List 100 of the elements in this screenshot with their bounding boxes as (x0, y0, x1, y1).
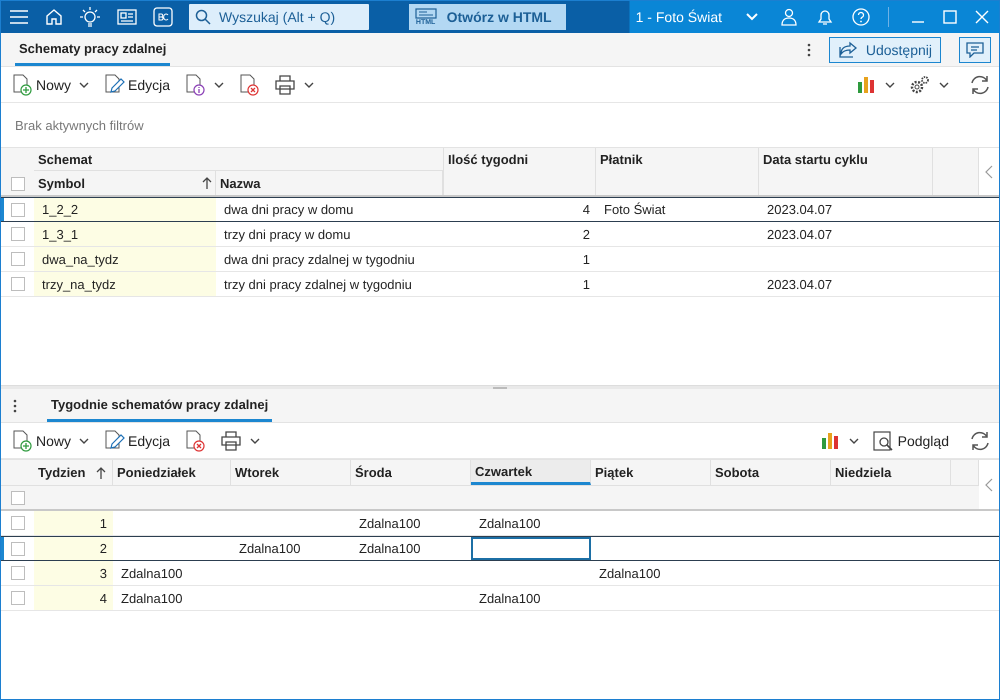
comment-button[interactable] (959, 36, 991, 62)
more-options-icon[interactable] (806, 42, 811, 56)
document-info-icon (184, 74, 206, 96)
row-checkbox[interactable] (10, 542, 24, 556)
table-cell: trzy dni pracy zdalnej w tygodniu (224, 276, 412, 292)
delete-document-icon (184, 430, 206, 452)
row-checkbox[interactable] (10, 227, 24, 241)
table-row[interactable]: 4 Zdalna100 Zdalna100 (1, 586, 999, 611)
edit-button[interactable]: Edycja (103, 70, 170, 98)
table-cell: Zdalna100 (359, 541, 420, 556)
table-cell: 4 (582, 202, 590, 217)
table-cell: Zdalna100 (121, 590, 182, 606)
table-cell: 1 (582, 252, 590, 266)
caret-icon (250, 438, 260, 444)
table-row[interactable]: 2 Zdalna100 Zdalna100 (1, 536, 999, 561)
splitter-handle[interactable] (493, 386, 507, 388)
select-all-checkbox[interactable] (10, 177, 24, 191)
filter-status: Brak aktywnych filtrów (14, 116, 145, 135)
table-cell: Zdalna100 (239, 541, 300, 556)
focused-cell[interactable] (471, 537, 591, 560)
share-button[interactable]: Udostępnij (828, 36, 941, 62)
row-checkbox[interactable] (10, 566, 24, 580)
search-field[interactable]: Wyszukaj (Alt + Q) (189, 4, 369, 30)
add-document-icon (11, 430, 33, 452)
table-cell: 2 (100, 541, 107, 556)
lightbulb-icon[interactable] (79, 6, 101, 28)
row-checkbox[interactable] (10, 252, 24, 266)
column-header[interactable]: Płatnik (596, 148, 759, 195)
row-checkbox[interactable] (10, 202, 24, 216)
bell-icon[interactable] (816, 8, 834, 26)
table-cell: Zdalna100 (121, 566, 182, 580)
table-cell: dwa dni pracy zdalnej w tygodniu (224, 252, 415, 266)
table-row[interactable]: 1_3_1 trzy dni pracy w domu 2 2023.04.07 (1, 222, 999, 247)
preview-button[interactable]: Podgląd (872, 426, 949, 454)
new-button[interactable]: Nowy (11, 70, 90, 98)
menu-icon[interactable] (9, 10, 29, 24)
table-row[interactable]: 1_2_2 dwa dni pracy w domu 4 Foto Świat 2023.04.07 (1, 197, 999, 222)
table-cell: 2023.04.07 (767, 226, 832, 242)
user-icon[interactable] (780, 8, 798, 26)
row-checkbox[interactable] (10, 591, 24, 605)
table-cell: 3 (100, 566, 107, 580)
table-cell: dwa_na_tydz (42, 252, 119, 266)
column-header[interactable]: Ilość tygodni (443, 148, 596, 195)
table-cell: trzy dni pracy w domu (224, 226, 350, 242)
table-row[interactable]: 1 Zdalna100 Zdalna100 (1, 511, 999, 536)
newspaper-icon[interactable] (117, 9, 137, 25)
delete-document-icon (238, 74, 260, 96)
caret-icon (848, 438, 859, 444)
table-cell: dwa dni pracy w domu (224, 202, 354, 217)
table-cell: 2023.04.07 (767, 202, 832, 217)
table-cell: Zdalna100 (479, 590, 540, 606)
column-header[interactable]: Nazwa (216, 171, 443, 195)
table-cell: 2 (582, 226, 590, 242)
share-icon (838, 40, 858, 58)
bar-chart-icon (857, 76, 877, 94)
caret-icon (79, 438, 90, 444)
home-icon[interactable] (45, 8, 63, 26)
printer-icon (220, 430, 242, 450)
edit-document-icon (103, 430, 126, 452)
chevron-down-icon (746, 13, 758, 21)
add-document-icon (11, 74, 33, 96)
caret-icon (304, 82, 314, 88)
table-cell: 1 (100, 516, 107, 530)
sort-arrow-icon (202, 177, 212, 189)
table-row[interactable]: trzy_na_tydz trzy dni pracy zdalnej w tygodniu 1 2023.04.07 (1, 272, 999, 297)
caret-icon (214, 82, 224, 88)
settings-icon (909, 74, 931, 94)
company-dropdown[interactable]: 1 - Foto Świat (636, 9, 758, 25)
new-button[interactable]: Nowy (11, 426, 90, 454)
column-group-header: Schemat (34, 148, 443, 171)
table-row[interactable]: dwa_na_tydz dwa dni pracy zdalnej w tygodniu 1 (1, 247, 999, 272)
table-cell: Zdalna100 (359, 516, 420, 530)
bar-chart-icon (820, 432, 841, 450)
table-cell: 1_2_2 (42, 202, 78, 217)
sort-arrow-icon (96, 466, 106, 478)
table-row[interactable]: 3 Zdalna100 Zdalna100 (1, 561, 999, 586)
select-all-checkbox[interactable] (10, 490, 24, 504)
refresh-icon[interactable] (969, 430, 991, 452)
tab[interactable]: Tygodnie schematów pracy zdalnej (47, 397, 272, 422)
refresh-icon[interactable] (969, 74, 991, 96)
table-cell: 1 (582, 276, 590, 292)
table-cell: Zdalna100 (479, 516, 540, 530)
column-header[interactable]: Symbol (34, 171, 216, 195)
row-checkbox[interactable] (10, 516, 24, 530)
printer-icon (274, 74, 296, 94)
tab[interactable]: Schematy pracy zdalnej (15, 41, 170, 66)
table-cell: 1_3_1 (42, 226, 78, 242)
bc-icon[interactable] (153, 7, 173, 27)
help-icon[interactable] (852, 8, 870, 26)
row-checkbox[interactable] (10, 277, 24, 291)
speech-bubble-icon (966, 42, 984, 58)
close-icon[interactable] (975, 10, 989, 24)
caret-icon (885, 82, 895, 88)
column-header[interactable]: Czwartek (471, 460, 591, 485)
edit-button[interactable]: Edycja (103, 426, 170, 454)
table-cell: 2023.04.07 (767, 276, 832, 292)
column-header[interactable]: Data startu cyklu (759, 148, 933, 195)
search-icon (195, 9, 211, 25)
more-options-icon[interactable] (13, 398, 17, 412)
maximize-icon[interactable] (943, 10, 957, 24)
